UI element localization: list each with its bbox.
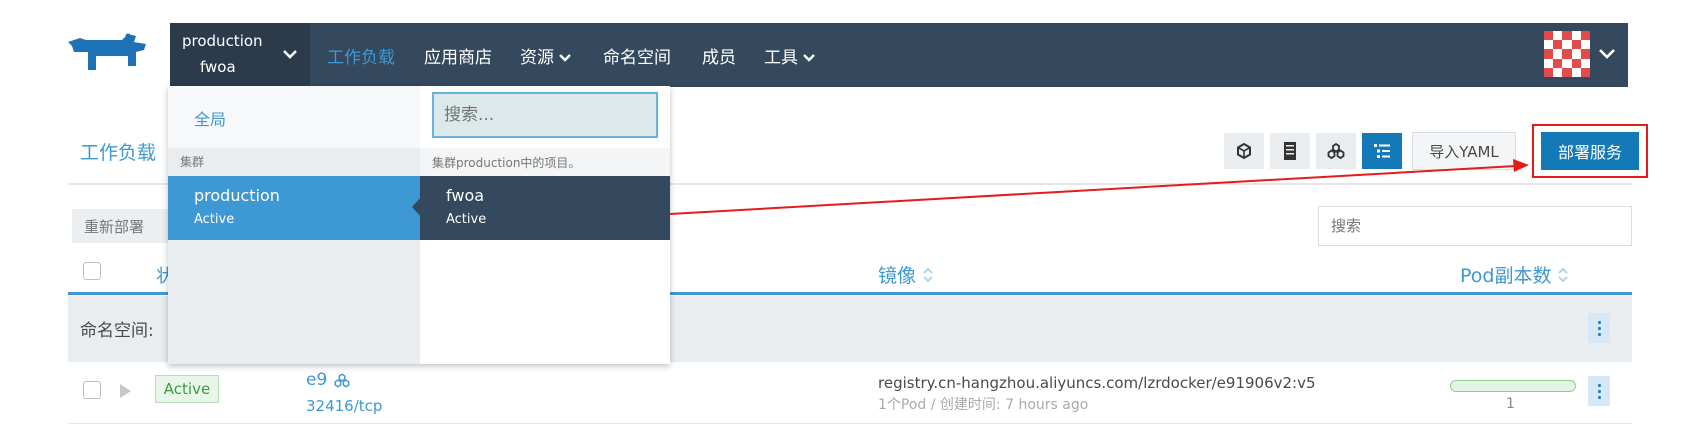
- column-header-image-label: 镜像: [878, 265, 917, 287]
- view-by-cube-button[interactable]: [1224, 133, 1264, 169]
- context-cluster-name: production: [182, 32, 263, 50]
- project-section-header-label: 集群production中的项目。: [432, 156, 581, 170]
- project-item-fwoa[interactable]: fwoa Active: [420, 176, 670, 240]
- deploy-button[interactable]: 部署服务: [1541, 132, 1639, 170]
- context-dropdown: 全局 集群 production Active 集群production中的项目…: [168, 86, 670, 364]
- row-divider: [68, 423, 1632, 424]
- row-actions-menu-icon[interactable]: [1588, 376, 1610, 406]
- row-checkbox[interactable]: [83, 381, 101, 399]
- selection-pointer: [412, 196, 422, 218]
- project-section-header: 集群production中的项目。: [420, 148, 670, 176]
- chevron-down-icon[interactable]: [1598, 47, 1616, 59]
- nav-item-workloads[interactable]: 工作负载: [327, 43, 395, 68]
- project-state: Active: [446, 212, 487, 227]
- sort-icon: [923, 267, 933, 282]
- image-name: registry.cn-hangzhou.aliyuncs.com/lzrdoc…: [878, 374, 1316, 392]
- cluster-state: Active: [194, 212, 235, 227]
- context-project-name: fwoa: [200, 58, 236, 76]
- pod-progress-bar: [1450, 380, 1576, 392]
- global-item[interactable]: 全局: [168, 86, 420, 148]
- workload-name-link[interactable]: e9: [306, 370, 351, 390]
- expand-row-icon[interactable]: [120, 384, 131, 398]
- status-badge: Active: [155, 375, 219, 403]
- nav-item-members[interactable]: 成员: [702, 43, 736, 68]
- page-title: 工作负载: [80, 142, 157, 164]
- redeploy-label: 重新部署: [84, 217, 145, 236]
- group-icon: [1327, 142, 1345, 160]
- list-icon: [1374, 144, 1390, 158]
- image-meta: 1个Pod / 创建时间: 7 hours ago: [878, 397, 1089, 413]
- rancher-logo[interactable]: [66, 30, 156, 80]
- column-header-pods-label: Pod副本数: [1460, 265, 1552, 287]
- view-as-list-button[interactable]: [1362, 133, 1402, 169]
- cluster-column: 全局 集群 production Active: [168, 86, 420, 364]
- workload-port-link[interactable]: 32416/tcp: [306, 397, 382, 415]
- cluster-section-header: 集群: [180, 155, 205, 169]
- group-icon: [334, 372, 350, 388]
- chevron-down-icon: [559, 54, 571, 62]
- view-by-group-button[interactable]: [1316, 133, 1356, 169]
- nav-item-tools[interactable]: 工具: [764, 43, 816, 68]
- nav-item-catalog[interactable]: 应用商店: [424, 43, 492, 68]
- user-avatar[interactable]: [1544, 31, 1590, 77]
- column-header-pods[interactable]: Pod副本数: [1460, 261, 1569, 288]
- global-label: 全局: [194, 110, 227, 129]
- nav-item-resources[interactable]: 资源: [520, 43, 572, 68]
- group-actions-menu-icon[interactable]: [1588, 313, 1610, 343]
- project-name: fwoa: [446, 186, 485, 205]
- context-switcher[interactable]: production fwoa: [170, 23, 310, 87]
- project-search-input[interactable]: [432, 92, 658, 138]
- cube-icon: [1237, 142, 1251, 160]
- sort-icon: [1558, 267, 1569, 282]
- redeploy-button[interactable]: 重新部署: [72, 209, 176, 243]
- select-all-checkbox[interactable]: [83, 262, 101, 280]
- cluster-item-production[interactable]: production Active: [168, 176, 420, 240]
- server-icon: [1284, 142, 1296, 160]
- pod-count: 1: [1506, 396, 1515, 412]
- import-yaml-button[interactable]: 导入YAML: [1412, 132, 1516, 170]
- chevron-down-icon: [803, 54, 815, 62]
- chevron-down-icon: [282, 48, 298, 60]
- project-column: 集群production中的项目。 fwoa Active: [420, 86, 670, 364]
- search-input[interactable]: [1318, 206, 1632, 246]
- cluster-name: production: [194, 186, 280, 205]
- top-navbar: production fwoa 工作负载 应用商店 资源 命名空间 成员 工具: [170, 23, 1628, 87]
- view-by-node-button[interactable]: [1270, 133, 1310, 169]
- column-header-image[interactable]: 镜像: [878, 261, 934, 288]
- nav-item-namespaces[interactable]: 命名空间: [603, 43, 671, 68]
- workload-name: e9: [306, 370, 328, 390]
- namespace-group-label: 命名空间:: [80, 321, 154, 341]
